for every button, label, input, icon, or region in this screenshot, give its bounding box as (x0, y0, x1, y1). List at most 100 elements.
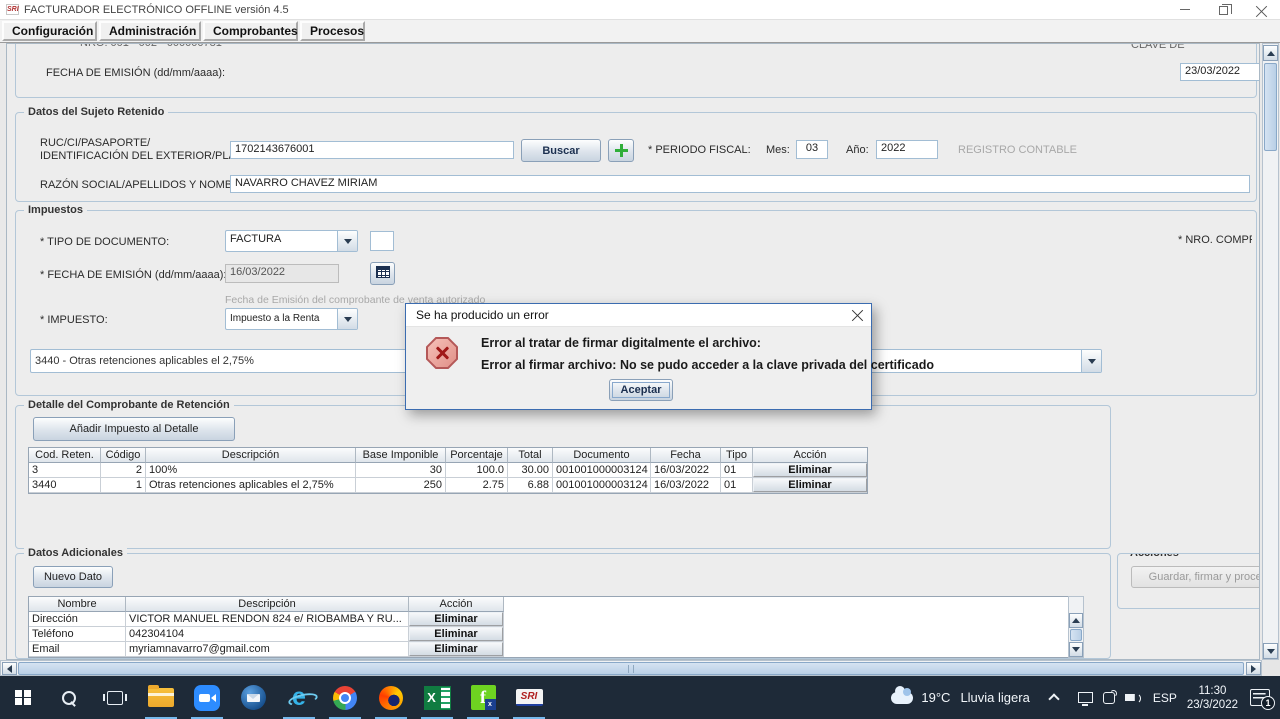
nuevo-dato-button[interactable]: Nuevo Dato (33, 566, 113, 588)
windows-logo-icon (15, 690, 31, 706)
internet-explorer-icon: e (292, 685, 306, 710)
col-descripcion[interactable]: Descripción (126, 597, 409, 612)
fecha-emision-field[interactable]: 23/03/2022 (1180, 63, 1260, 81)
scrollbar-thumb[interactable] (18, 662, 1244, 675)
combo-arrow-icon[interactable] (337, 309, 357, 329)
razon-social-input[interactable]: NAVARRO CHAVEZ MIRIAM (230, 175, 1250, 193)
dialog-title-bar[interactable]: Se ha producido un error (406, 304, 871, 327)
speaker-icon[interactable] (1125, 691, 1141, 705)
eliminar-button[interactable]: Eliminar (753, 463, 867, 477)
add-sujeto-button[interactable] (608, 139, 634, 162)
rotation-lock-icon[interactable] (1103, 692, 1115, 704)
eliminar-button[interactable]: Eliminar (409, 612, 503, 626)
taskbar-search-button[interactable] (46, 676, 92, 719)
col-base[interactable]: Base Imponible (356, 448, 446, 463)
buscar-button[interactable]: Buscar (521, 139, 601, 162)
fecha-emision-imp-field[interactable]: 16/03/2022 (225, 264, 339, 283)
cell-tipo: 01 (721, 463, 753, 478)
scroll-up-icon[interactable] (1263, 45, 1278, 61)
col-fecha[interactable]: Fecha (651, 448, 721, 463)
notification-center-icon[interactable]: 1 (1250, 689, 1270, 706)
scroll-up-icon[interactable] (1069, 613, 1083, 628)
menu-administracion[interactable]: Administración (99, 21, 201, 41)
weather-icon (891, 692, 913, 704)
task-view-button[interactable] (92, 676, 138, 719)
fecha-emision-label: FECHA DE EMISIÓN (dd/mm/aaaa): (46, 67, 225, 79)
network-icon[interactable] (1078, 692, 1093, 703)
start-button[interactable] (0, 676, 46, 719)
col-cod-reten[interactable]: Cod. Reten. (29, 448, 101, 463)
weather-desc[interactable]: Lluvia ligera (960, 690, 1029, 705)
menu-configuracion[interactable]: Configuración (2, 21, 97, 41)
combo-arrow-icon[interactable] (337, 231, 357, 251)
table-row[interactable]: 3 2 100% 30 100.0 30.00 001001000003124 … (29, 463, 867, 478)
menu-procesos[interactable]: Procesos (300, 21, 365, 41)
menu-bar: Configuración Administración Comprobante… (0, 20, 1280, 43)
tipo-documento-combo[interactable]: FACTURA (225, 230, 358, 252)
dialog-message-line1: Error al tratar de firmar digitalmente e… (481, 336, 761, 350)
scroll-left-icon[interactable] (2, 662, 17, 675)
table-row[interactable]: 3440 1 Otras retenciones aplicables el 2… (29, 478, 867, 493)
language-indicator[interactable]: ESP (1153, 691, 1177, 705)
tipo-documento-extra-field[interactable] (370, 231, 394, 251)
mes-input[interactable]: 03 (796, 140, 828, 159)
taskbar-zoom-app[interactable] (184, 676, 230, 719)
taskbar-facturador[interactable]: fx (460, 676, 506, 719)
list-item[interactable]: Email myriamnavarro7@gmail.com Eliminar (29, 642, 1079, 657)
scroll-right-icon[interactable] (1246, 662, 1261, 675)
taskbar-sri[interactable]: SRI (506, 676, 552, 719)
eliminar-button[interactable]: Eliminar (409, 642, 503, 656)
eliminar-button[interactable]: Eliminar (753, 478, 867, 492)
col-nombre[interactable]: Nombre (29, 597, 126, 612)
taskbar-excel[interactable]: X (414, 676, 460, 719)
scroll-down-icon[interactable] (1069, 642, 1083, 657)
dialog-title: Se ha producido un error (416, 308, 549, 322)
minimize-button[interactable] (1166, 0, 1204, 20)
razon-social-label: RAZÓN SOCIAL/APELLIDOS Y NOMBRES: (40, 179, 258, 191)
anio-label: Año: (846, 144, 869, 156)
eliminar-button[interactable]: Eliminar (409, 627, 503, 641)
taskbar-firefox[interactable] (368, 676, 414, 719)
app-window: SRI FACTURADOR ELECTRÓNICO OFFLINE versi… (0, 0, 1280, 719)
scrollbar-thumb[interactable] (1070, 629, 1082, 641)
col-documento[interactable]: Documento (553, 448, 651, 463)
sujeto-retenido-group: Datos del Sujeto Retenido RUC/CI/PASAPOR… (15, 112, 1257, 202)
weather-temp[interactable]: 19°C (921, 690, 950, 705)
list-item[interactable]: Dirección VICTOR MANUEL RENDON 824 e/ RI… (29, 612, 1079, 627)
ruc-input[interactable]: 1702143676001 (230, 141, 514, 159)
list-item[interactable]: Teléfono 042304104 Eliminar (29, 627, 1079, 642)
col-total[interactable]: Total (508, 448, 553, 463)
anadir-impuesto-button[interactable]: Añadir Impuesto al Detalle (33, 417, 235, 441)
cell-codigo: 1 (101, 478, 146, 493)
guardar-firmar-button[interactable]: Guardar, firmar y procesa (1131, 566, 1260, 588)
col-accion[interactable]: Acción (409, 597, 504, 612)
scroll-down-icon[interactable] (1263, 643, 1278, 659)
col-codigo[interactable]: Código (101, 448, 146, 463)
col-porcentaje[interactable]: Porcentaje (446, 448, 508, 463)
col-tipo[interactable]: Tipo (721, 448, 753, 463)
menu-comprobantes[interactable]: Comprobantes (203, 21, 298, 41)
taskbar-thunderbird[interactable] (230, 676, 276, 719)
horizontal-scrollbar[interactable] (0, 660, 1262, 676)
calendar-button[interactable] (370, 262, 395, 285)
dialog-close-icon[interactable] (851, 309, 863, 321)
impuesto-combo[interactable]: Impuesto a la Renta (225, 308, 358, 330)
taskbar-chrome[interactable] (322, 676, 368, 719)
close-button[interactable] (1242, 0, 1280, 20)
main-vertical-scrollbar[interactable] (1262, 43, 1279, 660)
taskbar: e X fx SRI 19°C Lluvia ligera ESP 11:30 … (0, 676, 1280, 719)
combo-arrow-icon[interactable] (1081, 350, 1101, 372)
adicionales-header-row: Nombre Descripción Acción (29, 597, 1079, 612)
taskbar-file-explorer[interactable] (138, 676, 184, 719)
col-accion[interactable]: Acción (753, 448, 867, 463)
chevron-up-icon[interactable] (1048, 693, 1059, 704)
scrollbar-thumb[interactable] (1264, 63, 1277, 151)
taskbar-internet-explorer[interactable]: e (276, 676, 322, 719)
anio-input[interactable]: 2022 (876, 140, 938, 159)
col-descripcion[interactable]: Descripción (146, 448, 356, 463)
plus-icon (615, 144, 628, 157)
aceptar-button[interactable]: Aceptar (609, 379, 673, 401)
restore-button[interactable] (1204, 0, 1242, 20)
clock[interactable]: 11:30 23/3/2022 (1187, 684, 1238, 712)
adicionales-scrollbar[interactable] (1068, 596, 1084, 658)
